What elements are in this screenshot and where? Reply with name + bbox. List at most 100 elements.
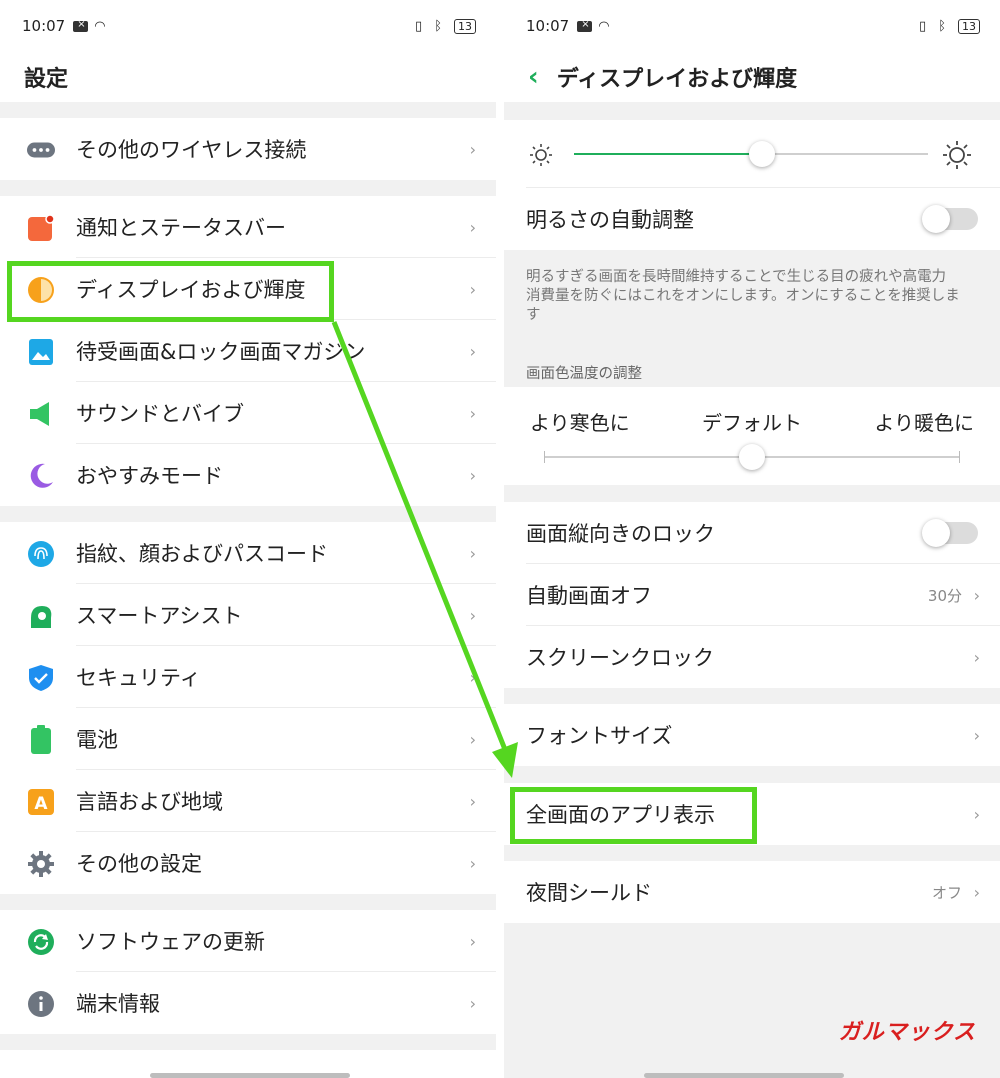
highlight-fullscreen-apps (510, 787, 757, 844)
settings-item[interactable]: おやすみモード › (0, 444, 496, 506)
settings-item-label: セキュリティ (76, 666, 201, 690)
wallpaper-icon (27, 338, 55, 366)
watermark-logo: ガルマックス (838, 1020, 976, 1045)
gear-icon (27, 850, 55, 878)
slider-end-tick (959, 451, 960, 463)
settings-item[interactable]: 端末情報 › (0, 972, 496, 1034)
wifi-icon: ◠ (94, 18, 106, 34)
settings-screen: 10:07 ◠ ▯ ᛒ 13 設定 その他のワイヤレス接続 › 通知とステータスバー… (0, 0, 496, 1078)
chevron-right-icon: › (469, 993, 476, 1013)
highlight-display-brightness (7, 261, 334, 322)
auto-brightness-description: 明るすぎる画面を長時間維持することで生じる目の疲れや高電力消費量を防ぐにはこれを… (526, 269, 960, 323)
settings-item[interactable]: その他のワイヤレス接続 › (0, 118, 496, 180)
settings-item[interactable]: スマートアシスト › (0, 584, 496, 646)
brightness-slider-fill (574, 153, 762, 155)
settings-item[interactable]: セキュリティ › (0, 646, 496, 708)
section-gap (0, 1034, 496, 1050)
settings-item-label: 言語および地域 (76, 790, 223, 814)
page-title: ディスプレイおよび輝度 (556, 67, 798, 92)
settings-item-label: 端末情報 (76, 992, 160, 1016)
settings-item-label: ソフトウェアの更新 (76, 930, 265, 954)
vibrate-icon: ▯ (919, 18, 927, 34)
brightness-slider-handle[interactable] (748, 141, 775, 167)
slider-end-tick (544, 451, 545, 463)
battery-indicator: 13 (958, 18, 980, 34)
color-temp-warm-label: より暖色に (874, 411, 974, 435)
speaker-icon (27, 400, 55, 428)
page-title: 設定 (0, 52, 496, 102)
app-bar: ‹ ディスプレイおよび輝度 (504, 52, 1000, 102)
color-temperature-slider[interactable] (544, 444, 960, 470)
auto-brightness-toggle[interactable] (922, 205, 978, 233)
status-time: 10:07 (22, 17, 66, 35)
brightness-slider[interactable] (574, 141, 928, 167)
settings-item-label: おやすみモード (76, 464, 223, 488)
brightness-high-icon (943, 141, 971, 169)
update-icon (27, 928, 55, 956)
settings-item-label: その他のワイヤレス接続 (76, 138, 307, 162)
auto-screen-off-value: 30分 (927, 586, 962, 605)
settings-item-label: スマートアシスト (76, 604, 243, 628)
chevron-right-icon: › (973, 585, 980, 605)
rotation-lock-row[interactable]: 画面縦向きのロック (504, 502, 1000, 564)
back-arrow-icon[interactable]: ‹ (528, 62, 539, 92)
section-gap (0, 894, 496, 910)
auto-screen-off-row[interactable]: 自動画面オフ 30分 › (504, 564, 1000, 626)
home-indicator[interactable] (150, 1073, 350, 1078)
status-bar: 10:07 ◠ ▯ ᛒ 13 (0, 0, 496, 52)
font-size-label: フォントサイズ (526, 724, 673, 748)
chevron-right-icon: › (469, 543, 476, 563)
bluetooth-icon: ᛒ (434, 18, 442, 34)
settings-item-label: 電池 (76, 728, 118, 752)
chevron-right-icon: › (469, 139, 476, 159)
settings-item[interactable]: ソフトウェアの更新 › (0, 910, 496, 972)
settings-item-label: その他の設定 (76, 852, 202, 876)
settings-item[interactable]: サウンドとバイブ › (0, 382, 496, 444)
settings-item[interactable]: その他の設定 › (0, 832, 496, 894)
language-icon: A (27, 788, 55, 816)
home-indicator[interactable] (644, 1073, 844, 1078)
screen-clock-row[interactable]: スクリーンクロック › (504, 626, 1000, 688)
brightness-low-icon (530, 144, 552, 166)
night-shield-label: 夜間シールド (526, 881, 652, 905)
wifi-icon: ◠ (598, 18, 610, 34)
night-shield-row[interactable]: 夜間シールド オフ › (504, 861, 1000, 923)
settings-item-label: 待受画面&ロック画面マガジン (76, 340, 366, 364)
settings-item[interactable]: 電池 › (0, 708, 496, 770)
display-brightness-screen: 10:07 ◠ ▯ ᛒ 13 ‹ ディスプレイおよび輝度 明るさの自動調整 明る (504, 0, 1000, 1078)
screen-clock-label: スクリーンクロック (526, 646, 714, 670)
font-size-row[interactable]: フォントサイズ › (504, 704, 1000, 766)
auto-brightness-label: 明るさの自動調整 (526, 208, 694, 232)
night-shield-value: オフ (931, 883, 962, 902)
chevron-right-icon: › (469, 465, 476, 485)
notification-icon (27, 214, 55, 242)
settings-item[interactable]: 待受画面&ロック画面マガジン › (0, 320, 496, 382)
notification-mail-icon (577, 19, 593, 32)
rotation-lock-label: 画面縦向きのロック (526, 522, 715, 546)
shield-icon (27, 664, 55, 692)
color-temperature-handle[interactable] (739, 444, 765, 470)
section-gap (0, 102, 496, 118)
settings-item-label: 指紋、顔およびパスコード (76, 542, 328, 566)
more-dots-icon (27, 136, 55, 164)
rotation-lock-toggle[interactable] (922, 519, 978, 547)
toggle-knob (922, 519, 950, 547)
chevron-right-icon: › (469, 279, 476, 299)
auto-screen-off-label: 自動画面オフ (526, 584, 652, 608)
moon-icon (27, 462, 55, 490)
brightness-slider-row (504, 120, 1000, 188)
settings-item-label: 通知とステータスバー (76, 216, 286, 240)
settings-item[interactable]: 通知とステータスバー › (0, 196, 496, 258)
chevron-right-icon: › (469, 667, 476, 687)
toggle-knob (922, 205, 950, 233)
auto-brightness-row[interactable]: 明るさの自動調整 (504, 188, 1000, 250)
battery-indicator: 13 (454, 18, 476, 34)
settings-item[interactable]: A 言語および地域 › (0, 770, 496, 832)
settings-item[interactable]: 指紋、顔およびパスコード › (0, 522, 496, 584)
smart-assist-icon (27, 602, 55, 630)
bluetooth-icon: ᛒ (938, 18, 946, 34)
vibrate-icon: ▯ (415, 18, 423, 34)
status-bar: 10:07 ◠ ▯ ᛒ 13 (504, 0, 1000, 52)
color-temperature-row: より寒色に デフォルト より暖色に (504, 387, 1000, 485)
color-temp-header: 画面色温度の調整 (526, 366, 642, 382)
